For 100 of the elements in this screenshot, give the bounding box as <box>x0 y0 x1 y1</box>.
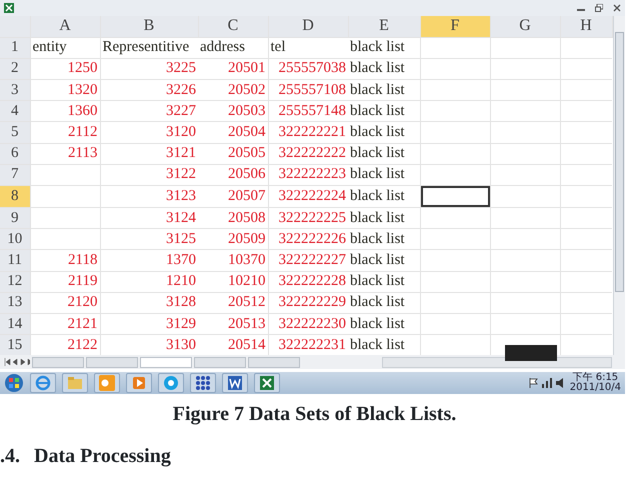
table-cell: 255557038 <box>278 60 346 76</box>
column-header[interactable]: G <box>490 16 560 38</box>
table-cell: 2121 <box>68 316 98 332</box>
table-cell: 322222229 <box>278 294 346 310</box>
row-header[interactable]: 7 <box>0 164 30 186</box>
table-cell: 20508 <box>228 210 266 226</box>
taskbar-button[interactable] <box>190 373 216 393</box>
sheet-navigation-icon[interactable] <box>4 358 30 366</box>
table-cell: 10210 <box>228 273 266 290</box>
table-cell: 20503 <box>228 102 266 119</box>
excel-icon <box>4 3 14 13</box>
table-cell: 2119 <box>68 273 98 290</box>
table-cell: black list <box>350 82 405 98</box>
row-header[interactable]: 13 <box>0 292 30 314</box>
table-cell: 1370 <box>166 252 196 268</box>
row-header[interactable]: 12 <box>0 271 30 292</box>
row-header[interactable]: 6 <box>0 143 30 164</box>
taskbar-button[interactable] <box>126 373 152 393</box>
clock-date: 2011/10/4 <box>570 383 621 393</box>
table-cell: black list <box>350 294 405 310</box>
table-cell: 20501 <box>228 60 266 76</box>
column-header[interactable]: E <box>348 16 420 38</box>
section-heading: Data Processing <box>34 444 171 469</box>
network-icon[interactable] <box>542 378 552 388</box>
table-cell: 1250 <box>68 60 98 76</box>
browser-icon <box>35 375 51 391</box>
table-cell: 20514 <box>228 336 266 353</box>
table-cell: black list <box>350 230 405 247</box>
column-header[interactable]: H <box>560 16 612 38</box>
row-header[interactable]: 9 <box>0 208 30 229</box>
table-cell: 1210 <box>166 273 196 290</box>
column-header[interactable]: A <box>30 16 100 38</box>
table-cell: 3123 <box>166 188 196 204</box>
table-cell: Representitive <box>102 39 190 56</box>
taskbar-button[interactable] <box>158 373 184 393</box>
table-cell: 3125 <box>166 230 196 247</box>
taskbar-button[interactable] <box>30 373 56 393</box>
table-cell: 255557148 <box>278 102 346 119</box>
column-header[interactable]: C <box>198 16 268 38</box>
row-header[interactable]: 1 <box>0 37 30 58</box>
clock-time: 下午 6:15 <box>572 373 618 383</box>
table-cell: black list <box>350 166 405 182</box>
clock[interactable]: 下午 6:15 2011/10/4 <box>570 373 621 393</box>
table-cell: 3130 <box>166 336 196 353</box>
table-cell: 2112 <box>68 124 98 140</box>
table-cell: black list <box>350 188 405 204</box>
table-cell: 255557108 <box>278 82 346 98</box>
table-cell: 20509 <box>228 230 266 247</box>
table-cell: 322222224 <box>278 188 346 204</box>
table-cell: 20506 <box>228 166 266 182</box>
table-cell: 20513 <box>228 316 266 332</box>
start-icon[interactable] <box>4 373 24 393</box>
table-cell: black list <box>350 102 405 119</box>
restore-icon[interactable] <box>595 4 603 12</box>
row-header[interactable]: 3 <box>0 80 30 101</box>
table-cell: 322222223 <box>278 166 346 182</box>
table-cell: 3121 <box>166 145 196 162</box>
table-cell: 2122 <box>68 336 98 353</box>
table-cell: 20504 <box>228 124 266 140</box>
table-cell: 20505 <box>228 145 266 162</box>
row-header[interactable]: 2 <box>0 58 30 80</box>
column-header[interactable]: F <box>420 16 490 38</box>
table-cell: address <box>200 39 245 56</box>
column-header[interactable]: B <box>100 16 198 38</box>
taskbar-button[interactable] <box>254 373 280 393</box>
row-header[interactable]: 8 <box>0 186 30 208</box>
column-header[interactable]: D <box>268 16 348 38</box>
media-player-icon <box>131 375 147 391</box>
row-header[interactable]: 15 <box>0 334 30 356</box>
chat-icon <box>163 375 179 391</box>
table-cell: 322222221 <box>278 124 346 140</box>
table-cell: 3122 <box>166 166 196 182</box>
row-header[interactable]: 11 <box>0 250 30 272</box>
table-cell: 3225 <box>166 60 196 76</box>
row-header[interactable]: 5 <box>0 122 30 144</box>
row-header[interactable]: 10 <box>0 228 30 250</box>
close-icon[interactable] <box>613 4 621 12</box>
table-cell: 1320 <box>68 82 98 98</box>
table-cell: 322222230 <box>278 316 346 332</box>
table-cell: 3124 <box>166 210 196 226</box>
table-cell: 3227 <box>166 102 196 119</box>
table-cell: 322222225 <box>278 210 346 226</box>
speaker-icon[interactable] <box>556 378 566 388</box>
table-cell: 3120 <box>166 124 196 140</box>
table-cell: black list <box>350 316 405 332</box>
row-header[interactable]: 14 <box>0 313 30 335</box>
flag-icon[interactable] <box>528 378 538 388</box>
language-bar <box>505 345 557 361</box>
scrollbar-thumb[interactable] <box>614 32 624 292</box>
table-cell: 322222231 <box>278 336 346 353</box>
section-number: .4. <box>0 444 20 469</box>
table-cell: black list <box>350 273 405 290</box>
row-header[interactable]: 4 <box>0 100 30 122</box>
taskbar-button[interactable] <box>222 373 248 393</box>
table-cell: black list <box>350 336 405 353</box>
figure-caption: Figure 7 Data Sets of Black Lists. <box>172 402 458 427</box>
table-cell: 20507 <box>228 188 266 204</box>
table-cell: 20512 <box>228 294 266 310</box>
word-icon <box>227 375 243 391</box>
table-cell: black list <box>350 210 405 226</box>
